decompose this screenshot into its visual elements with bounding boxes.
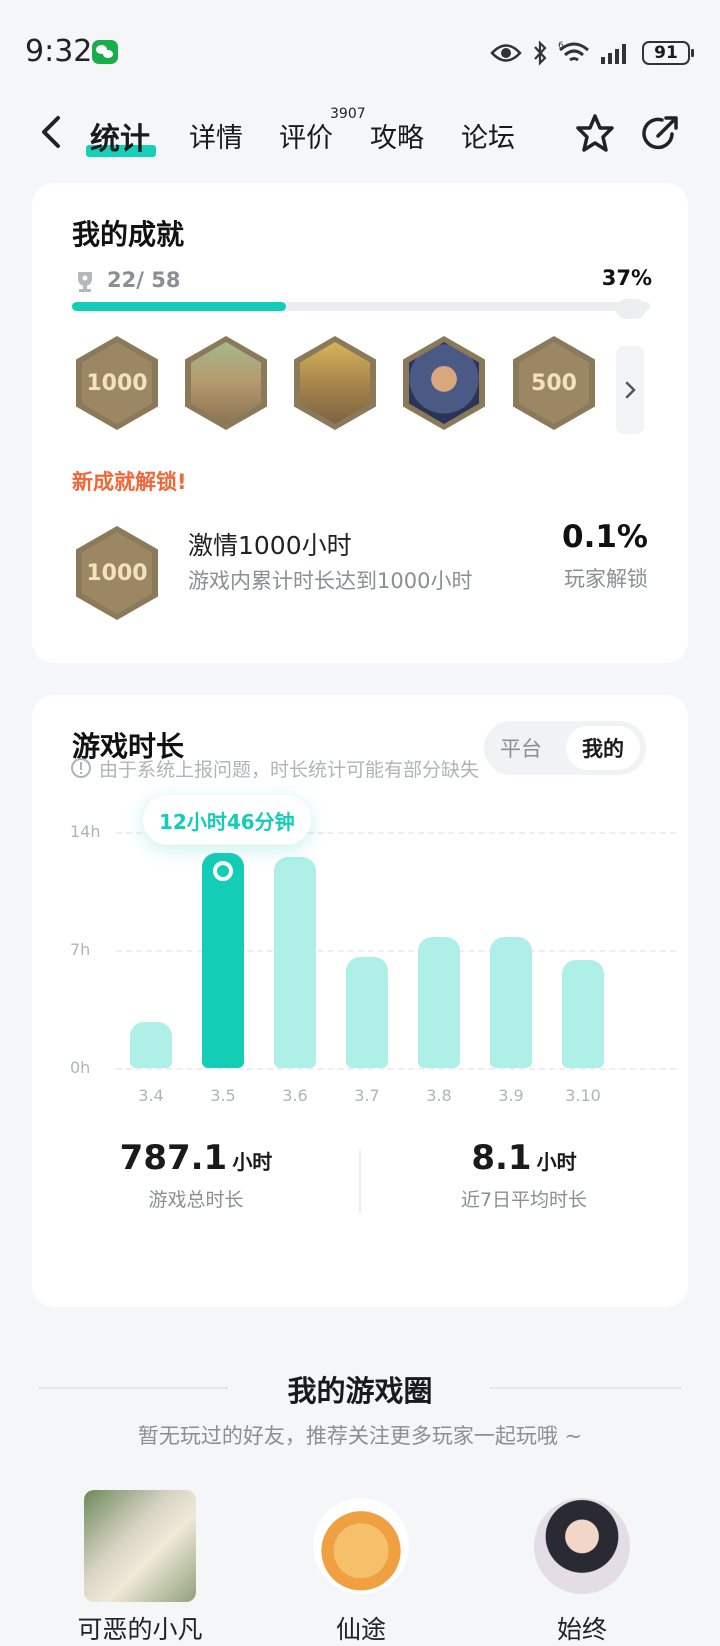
- bluetooth-icon: [534, 40, 547, 66]
- unlock-rate-label: 玩家解锁: [564, 567, 648, 591]
- favorite-star-icon[interactable]: [574, 112, 616, 154]
- svg-text:6: 6: [558, 41, 564, 51]
- bar-tooltip: 12小时46分钟: [143, 795, 311, 845]
- trophy-icon: [78, 272, 92, 292]
- fortress-image: [191, 342, 261, 424]
- selected-bar-marker: [213, 860, 233, 881]
- y-tick-label: 0h: [70, 1058, 91, 1077]
- achievement-progress-bar: [72, 302, 650, 311]
- achievement-badge-general[interactable]: [403, 336, 485, 430]
- new-achievement-badge[interactable]: 1000: [76, 526, 158, 620]
- battery-indicator: 91: [642, 41, 694, 65]
- achievement-badge-fortress[interactable]: [185, 336, 267, 430]
- friend-name-2[interactable]: 仙途: [281, 1610, 441, 1646]
- achievement-badge-1000[interactable]: 1000: [76, 336, 158, 430]
- signal-icon: [601, 44, 626, 64]
- avg-playtime-label: 近7日平均时长: [460, 1189, 588, 1211]
- x-tick-label: 3.5: [210, 1086, 236, 1105]
- review-count-badge: 3907: [330, 106, 366, 122]
- status-bar: 9:32 6 91: [0, 0, 720, 100]
- avg-playtime-unit: 小时: [536, 1150, 577, 1174]
- y-tick-label: 7h: [70, 940, 91, 959]
- wifi-icon: 6: [558, 41, 589, 62]
- badges-more-button[interactable]: [616, 346, 644, 434]
- avg-playtime: 8.1 小时: [360, 1138, 688, 1178]
- status-icons: 6 91: [490, 38, 694, 68]
- new-achievement-desc: 游戏内累计时长达到1000小时: [188, 569, 473, 593]
- achievements-card: 我的成就 22/ 58 37% 1000 500 新成就解锁! 1000 激情1…: [32, 183, 688, 663]
- achievement-badge-500[interactable]: 500: [513, 336, 595, 430]
- playtime-card: 游戏时长 平台 我的 由于系统上报问题，时长统计可能有部分缺失 0h 7h 14h 3…: [32, 695, 688, 1307]
- tab-forum[interactable]: 论坛: [461, 116, 515, 155]
- progress-end-marker: [616, 299, 646, 319]
- achievement-progress-text: 22/ 58: [107, 268, 181, 292]
- wechat-icon: [92, 40, 118, 64]
- x-tick-label: 3.8: [426, 1086, 452, 1105]
- game-circle-title: 我的游戏圈: [287, 1374, 433, 1408]
- unlock-rate: 0.1%: [562, 519, 648, 555]
- tab-guides[interactable]: 攻略: [370, 116, 424, 155]
- eye-icon: [490, 44, 522, 62]
- grid-line: [116, 950, 676, 952]
- total-playtime-value: 787.1: [119, 1138, 228, 1178]
- total-playtime-label: 游戏总时长: [148, 1189, 244, 1211]
- achievement-percent: 37%: [601, 266, 652, 290]
- grid-line: [116, 1068, 676, 1070]
- achievement-badge-palace[interactable]: [294, 336, 376, 430]
- chart-bar-3.4[interactable]: [130, 1022, 172, 1068]
- general-portrait: [409, 342, 479, 424]
- achievement-progress-fill: [72, 302, 286, 311]
- achievements-title: 我的成就: [72, 218, 185, 251]
- chevron-right-icon: [625, 381, 636, 399]
- chart-bar-3.7[interactable]: [346, 956, 388, 1068]
- chart-bar-3.10[interactable]: [562, 960, 604, 1068]
- game-circle-subtitle: 暂无玩过的好友，推荐关注更多玩家一起玩哦 ~: [137, 1424, 583, 1448]
- chart-bar-3.8[interactable]: [418, 936, 460, 1068]
- x-tick-label: 3.6: [282, 1086, 308, 1105]
- total-playtime-unit: 小时: [232, 1150, 273, 1174]
- x-tick-label: 3.9: [498, 1086, 524, 1105]
- back-arrow-icon[interactable]: [38, 115, 64, 149]
- avg-playtime-value: 8.1: [471, 1138, 532, 1178]
- total-playtime: 787.1 小时: [32, 1138, 360, 1178]
- chart-bar-3.5[interactable]: [202, 852, 244, 1068]
- playtime-bar-chart: 0h 7h 14h 3.4 3.5 3.6 3.7 3.8 3.9 3.10: [32, 695, 688, 1115]
- new-achievement-label: 新成就解锁!: [72, 470, 187, 494]
- x-tick-label: 3.10: [565, 1086, 601, 1105]
- friend-avatar-1[interactable]: [84, 1490, 196, 1602]
- new-achievement-name: 激情1000小时: [188, 531, 352, 560]
- tab-stats[interactable]: 统计: [90, 114, 150, 158]
- friend-name-3[interactable]: 始终: [502, 1610, 662, 1646]
- friend-avatar-2[interactable]: [313, 1498, 409, 1594]
- x-tick-label: 3.4: [138, 1086, 164, 1105]
- chart-bar-3.9[interactable]: [490, 936, 532, 1068]
- x-tick-label: 3.7: [354, 1086, 380, 1105]
- chart-bar-3.6[interactable]: [274, 857, 316, 1068]
- y-tick-label: 14h: [70, 822, 101, 841]
- status-time: 9:32: [25, 34, 93, 69]
- palace-image: [300, 342, 370, 424]
- tab-reviews[interactable]: 评价: [279, 116, 333, 155]
- friend-avatar-3[interactable]: [534, 1498, 630, 1594]
- friend-name-1[interactable]: 可恶的小凡: [60, 1610, 220, 1646]
- tab-details[interactable]: 详情: [189, 116, 243, 155]
- share-icon[interactable]: [640, 112, 682, 154]
